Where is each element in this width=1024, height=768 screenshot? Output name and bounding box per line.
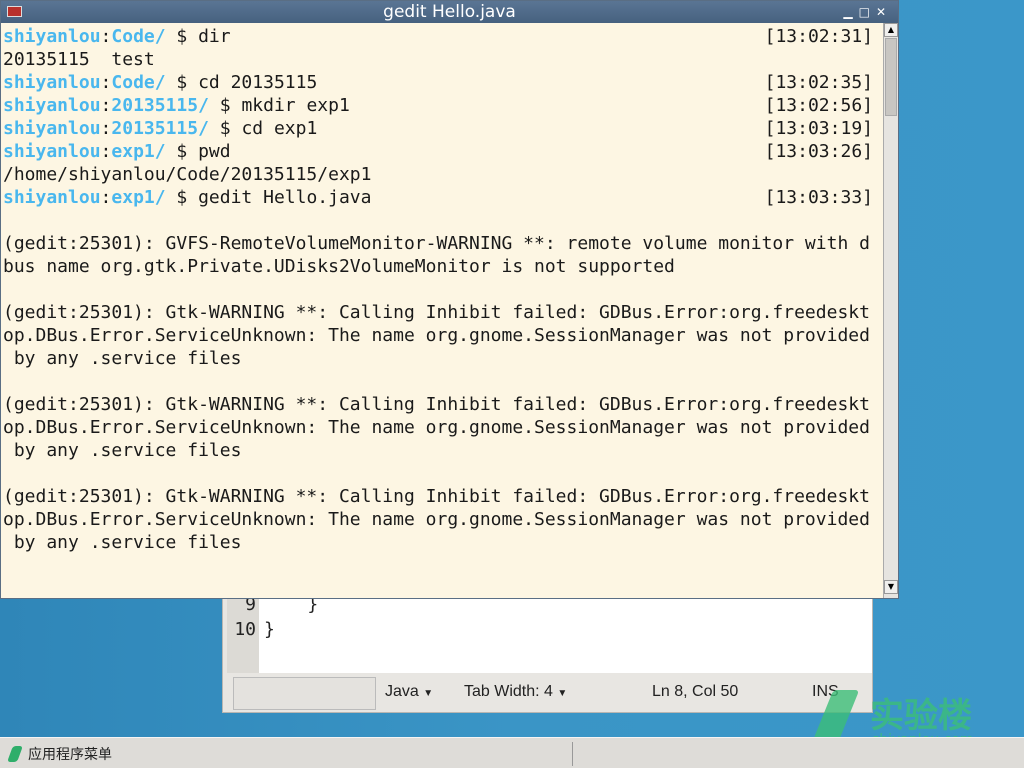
prompt-path: exp1/ xyxy=(111,187,166,208)
output-line: by any .service files xyxy=(3,440,242,461)
output-line: (gedit:25301): Gtk-WARNING **: Calling I… xyxy=(3,486,870,507)
tab-width-dropdown[interactable]: Tab Width: 4 ▼ xyxy=(464,683,567,701)
prompt-user: shiyanlou xyxy=(3,72,101,93)
output-line: op.DBus.Error.ServiceUnknown: The name o… xyxy=(3,325,870,346)
command: $ cd exp1 xyxy=(208,118,318,139)
maximize-icon[interactable]: □ xyxy=(859,5,876,19)
timestamp: [13:03:26] xyxy=(764,141,873,162)
timestamp: [13:02:56] xyxy=(764,95,873,116)
line-number: 10 xyxy=(234,619,256,640)
timestamp: [13:03:19] xyxy=(764,118,873,139)
prompt-user: shiyanlou xyxy=(3,187,101,208)
prompt-path: 20135115/ xyxy=(111,118,209,139)
command: $ dir xyxy=(165,26,231,47)
command: $ pwd xyxy=(165,141,231,162)
taskbar: 应用程序菜单 xyxy=(0,737,1024,768)
status-bar: Java ▼ Tab Width: 4 ▼ Ln 8, Col 50 INS xyxy=(223,673,872,713)
output-line: (gedit:25301): Gtk-WARNING **: Calling I… xyxy=(3,302,870,323)
prompt-user: shiyanlou xyxy=(3,95,101,116)
prompt-line: shiyanlou:exp1/ $ pwd [13:03:26] xyxy=(3,141,873,162)
close-icon[interactable]: ✕ xyxy=(876,5,892,19)
window-title: gedit Hello.java xyxy=(383,2,516,22)
code-line[interactable]: } xyxy=(264,619,275,640)
status-message-box xyxy=(233,677,376,710)
prompt-path: exp1/ xyxy=(111,141,166,162)
taskbar-divider xyxy=(572,742,573,766)
command: $ mkdir exp1 xyxy=(208,95,350,116)
prompt-line: shiyanlou:20135115/ $ mkdir exp1 [13:02:5… xyxy=(3,95,873,116)
applications-menu-label: 应用程序菜单 xyxy=(28,747,112,763)
timestamp: [13:02:35] xyxy=(764,72,873,93)
prompt-line: shiyanlou:exp1/ $ gedit Hello.java [13:03… xyxy=(3,187,873,208)
prompt-user: shiyanlou xyxy=(3,118,101,139)
prompt-path: Code/ xyxy=(111,26,166,47)
terminal-window[interactable]: gedit Hello.java ▁□✕ shiyanlou:Code/ $ d… xyxy=(0,0,899,599)
terminal-app-icon[interactable] xyxy=(7,6,22,17)
prompt-path: 20135115/ xyxy=(111,95,209,116)
output-line: op.DBus.Error.ServiceUnknown: The name o… xyxy=(3,417,870,438)
output-line: (gedit:25301): GVFS-RemoteVolumeMonitor-… xyxy=(3,233,870,254)
minimize-icon[interactable]: ▁ xyxy=(843,5,858,19)
chevron-down-icon: ▼ xyxy=(557,688,568,699)
chevron-down-icon: ▼ xyxy=(423,688,434,699)
terminal-output[interactable]: shiyanlou:Code/ $ dir [13:02:31] 20135115 … xyxy=(3,25,883,595)
prompt-line: shiyanlou:Code/ $ dir [13:02:31] xyxy=(3,26,873,47)
prompt-line: shiyanlou:20135115/ $ cd exp1 [13:03:19] xyxy=(3,118,873,139)
prompt-user: shiyanlou xyxy=(3,26,101,47)
scroll-down-arrow-icon[interactable]: ▼ xyxy=(884,580,898,594)
timestamp: [13:03:33] xyxy=(764,187,873,208)
command: $ gedit Hello.java xyxy=(165,187,372,208)
scrollbar[interactable]: ▲ ▼ xyxy=(883,23,898,598)
language-dropdown[interactable]: Java ▼ xyxy=(385,683,433,701)
prompt-line: shiyanlou:Code/ $ cd 20135115 [13:02:35] xyxy=(3,72,873,93)
title-bar[interactable]: gedit Hello.java ▁□✕ xyxy=(1,1,898,23)
shiyanlou-leaf-icon xyxy=(7,746,23,762)
output-line: op.DBus.Error.ServiceUnknown: The name o… xyxy=(3,509,870,530)
output-line: (gedit:25301): Gtk-WARNING **: Calling I… xyxy=(3,394,870,415)
timestamp: [13:02:31] xyxy=(764,26,873,47)
output-line: by any .service files xyxy=(3,348,242,369)
tab-width-label: Tab Width: 4 xyxy=(464,683,553,700)
prompt-path: Code/ xyxy=(111,72,166,93)
scroll-up-arrow-icon[interactable]: ▲ xyxy=(884,23,898,37)
output-line: /home/shiyanlou/Code/20135115/exp1 xyxy=(3,164,372,185)
output-line: bus name org.gtk.Private.UDisks2VolumeMo… xyxy=(3,256,675,277)
language-label: Java xyxy=(385,683,419,700)
watermark-cn: 实验楼 xyxy=(870,696,972,736)
applications-menu-button[interactable]: 应用程序菜单 xyxy=(7,744,112,764)
cursor-position: Ln 8, Col 50 xyxy=(652,683,739,700)
output-line: by any .service files xyxy=(3,532,242,553)
prompt-user: shiyanlou xyxy=(3,141,101,162)
command: $ cd 20135115 xyxy=(165,72,318,93)
scroll-thumb[interactable] xyxy=(885,38,897,116)
output-line: 20135115 test xyxy=(3,49,155,70)
